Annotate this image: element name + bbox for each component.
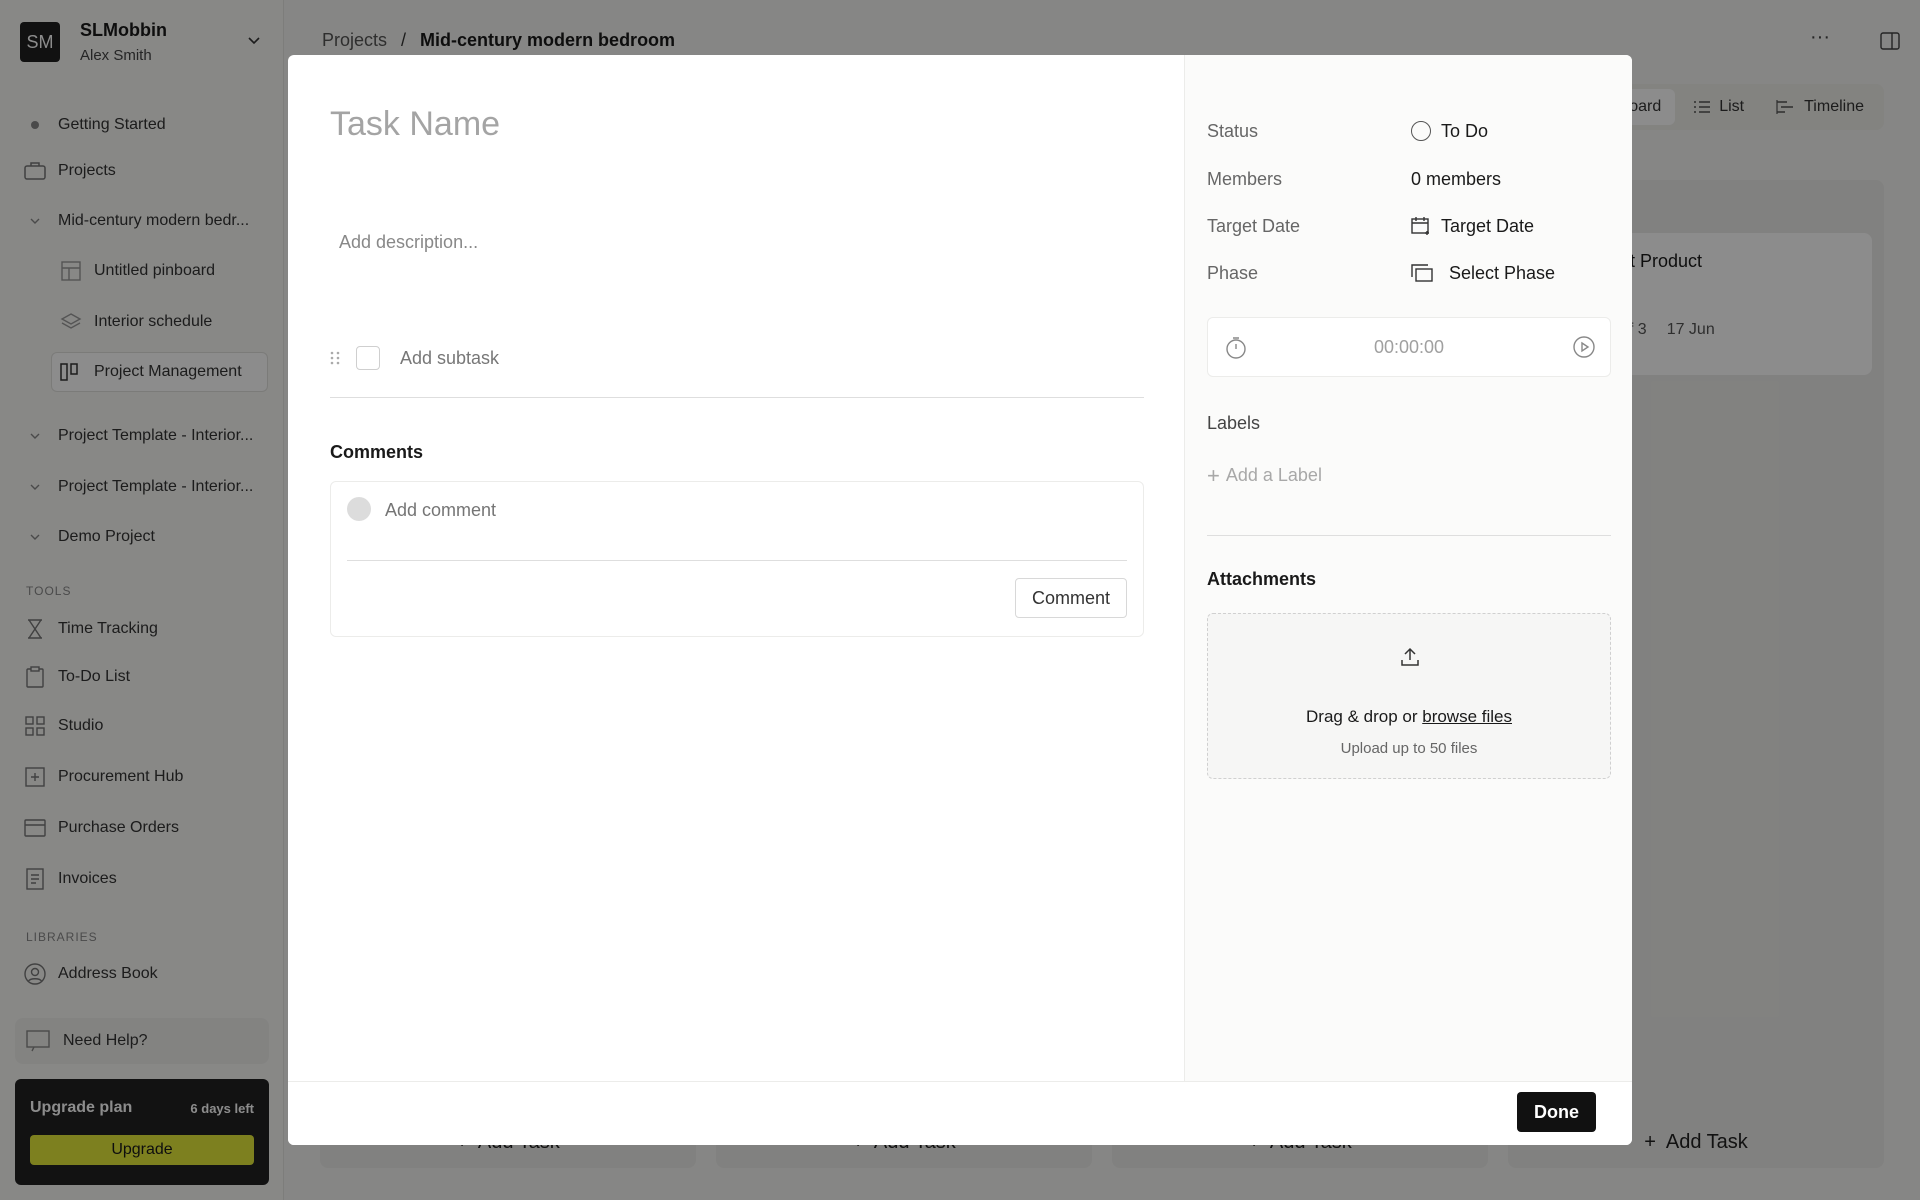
status-row: Status To Do: [1207, 116, 1607, 146]
status-circle-icon: [1411, 121, 1431, 141]
dropzone-label: Drag & drop or: [1306, 707, 1423, 726]
subtask-input[interactable]: Add subtask: [400, 348, 499, 369]
subtask-row: Add subtask: [330, 338, 499, 378]
time-tracker: 00:00:00: [1207, 317, 1611, 377]
task-main-panel: Task Name Add description... Add subtask…: [288, 55, 1184, 1081]
target-date-value: Target Date: [1441, 215, 1535, 236]
phase-select[interactable]: Select Phase: [1411, 263, 1555, 284]
attachments-heading: Attachments: [1207, 569, 1317, 589]
add-label-text: Add a Label: [1225, 465, 1322, 485]
target-date-label: Target Date: [1207, 215, 1301, 236]
upload-icon: [1401, 647, 1419, 666]
status-select[interactable]: To Do: [1411, 121, 1488, 142]
drag-handle-icon[interactable]: [330, 350, 340, 366]
labels-heading: Labels: [1207, 413, 1261, 433]
comment-input[interactable]: [385, 500, 1085, 521]
comments-heading: Comments: [330, 442, 424, 462]
dropzone-text: Drag & drop or browse files: [1208, 707, 1610, 727]
timer-value: 00:00:00: [1373, 337, 1445, 357]
divider: [347, 560, 1127, 561]
phase-icon: [1411, 264, 1433, 282]
dropzone-limit: Upload up to 50 files: [1340, 740, 1478, 757]
status-value: To Do: [1441, 120, 1489, 141]
divider: [330, 397, 1144, 398]
calendar-plus-icon: [1411, 217, 1429, 235]
comment-composer: Comment: [330, 481, 1144, 637]
members-label: Members: [1207, 168, 1283, 189]
task-description-input[interactable]: Add description...: [339, 232, 478, 253]
phase-row: Phase Select Phase: [1207, 258, 1607, 288]
subtask-checkbox[interactable]: [356, 346, 380, 370]
task-properties-panel: Status To Do Members 0 members Target Da…: [1184, 55, 1632, 1081]
task-name-input[interactable]: Task Name: [330, 105, 500, 144]
phase-value: Select Phase: [1449, 262, 1556, 283]
done-button[interactable]: Done: [1517, 1092, 1596, 1132]
status-label: Status: [1207, 120, 1259, 141]
target-date-row: Target Date Target Date: [1207, 211, 1607, 241]
browse-files-link[interactable]: browse files: [1422, 707, 1512, 726]
phase-label: Phase: [1207, 262, 1259, 283]
task-modal: Task Name Add description... Add subtask…: [288, 55, 1632, 1145]
add-label-button[interactable]: + Add a Label: [1207, 462, 1322, 488]
comment-button[interactable]: Comment: [1014, 578, 1127, 618]
members-row: Members 0 members: [1207, 164, 1607, 194]
avatar: [347, 497, 371, 521]
plus-icon: +: [1207, 462, 1220, 488]
divider: [1207, 535, 1611, 536]
target-date-picker[interactable]: Target Date: [1411, 216, 1534, 237]
modal-footer: Done: [288, 1081, 1632, 1145]
file-dropzone[interactable]: Drag & drop or browse files Upload up to…: [1207, 613, 1611, 779]
members-select[interactable]: 0 members: [1411, 169, 1501, 190]
play-circle-icon[interactable]: [1572, 335, 1596, 359]
